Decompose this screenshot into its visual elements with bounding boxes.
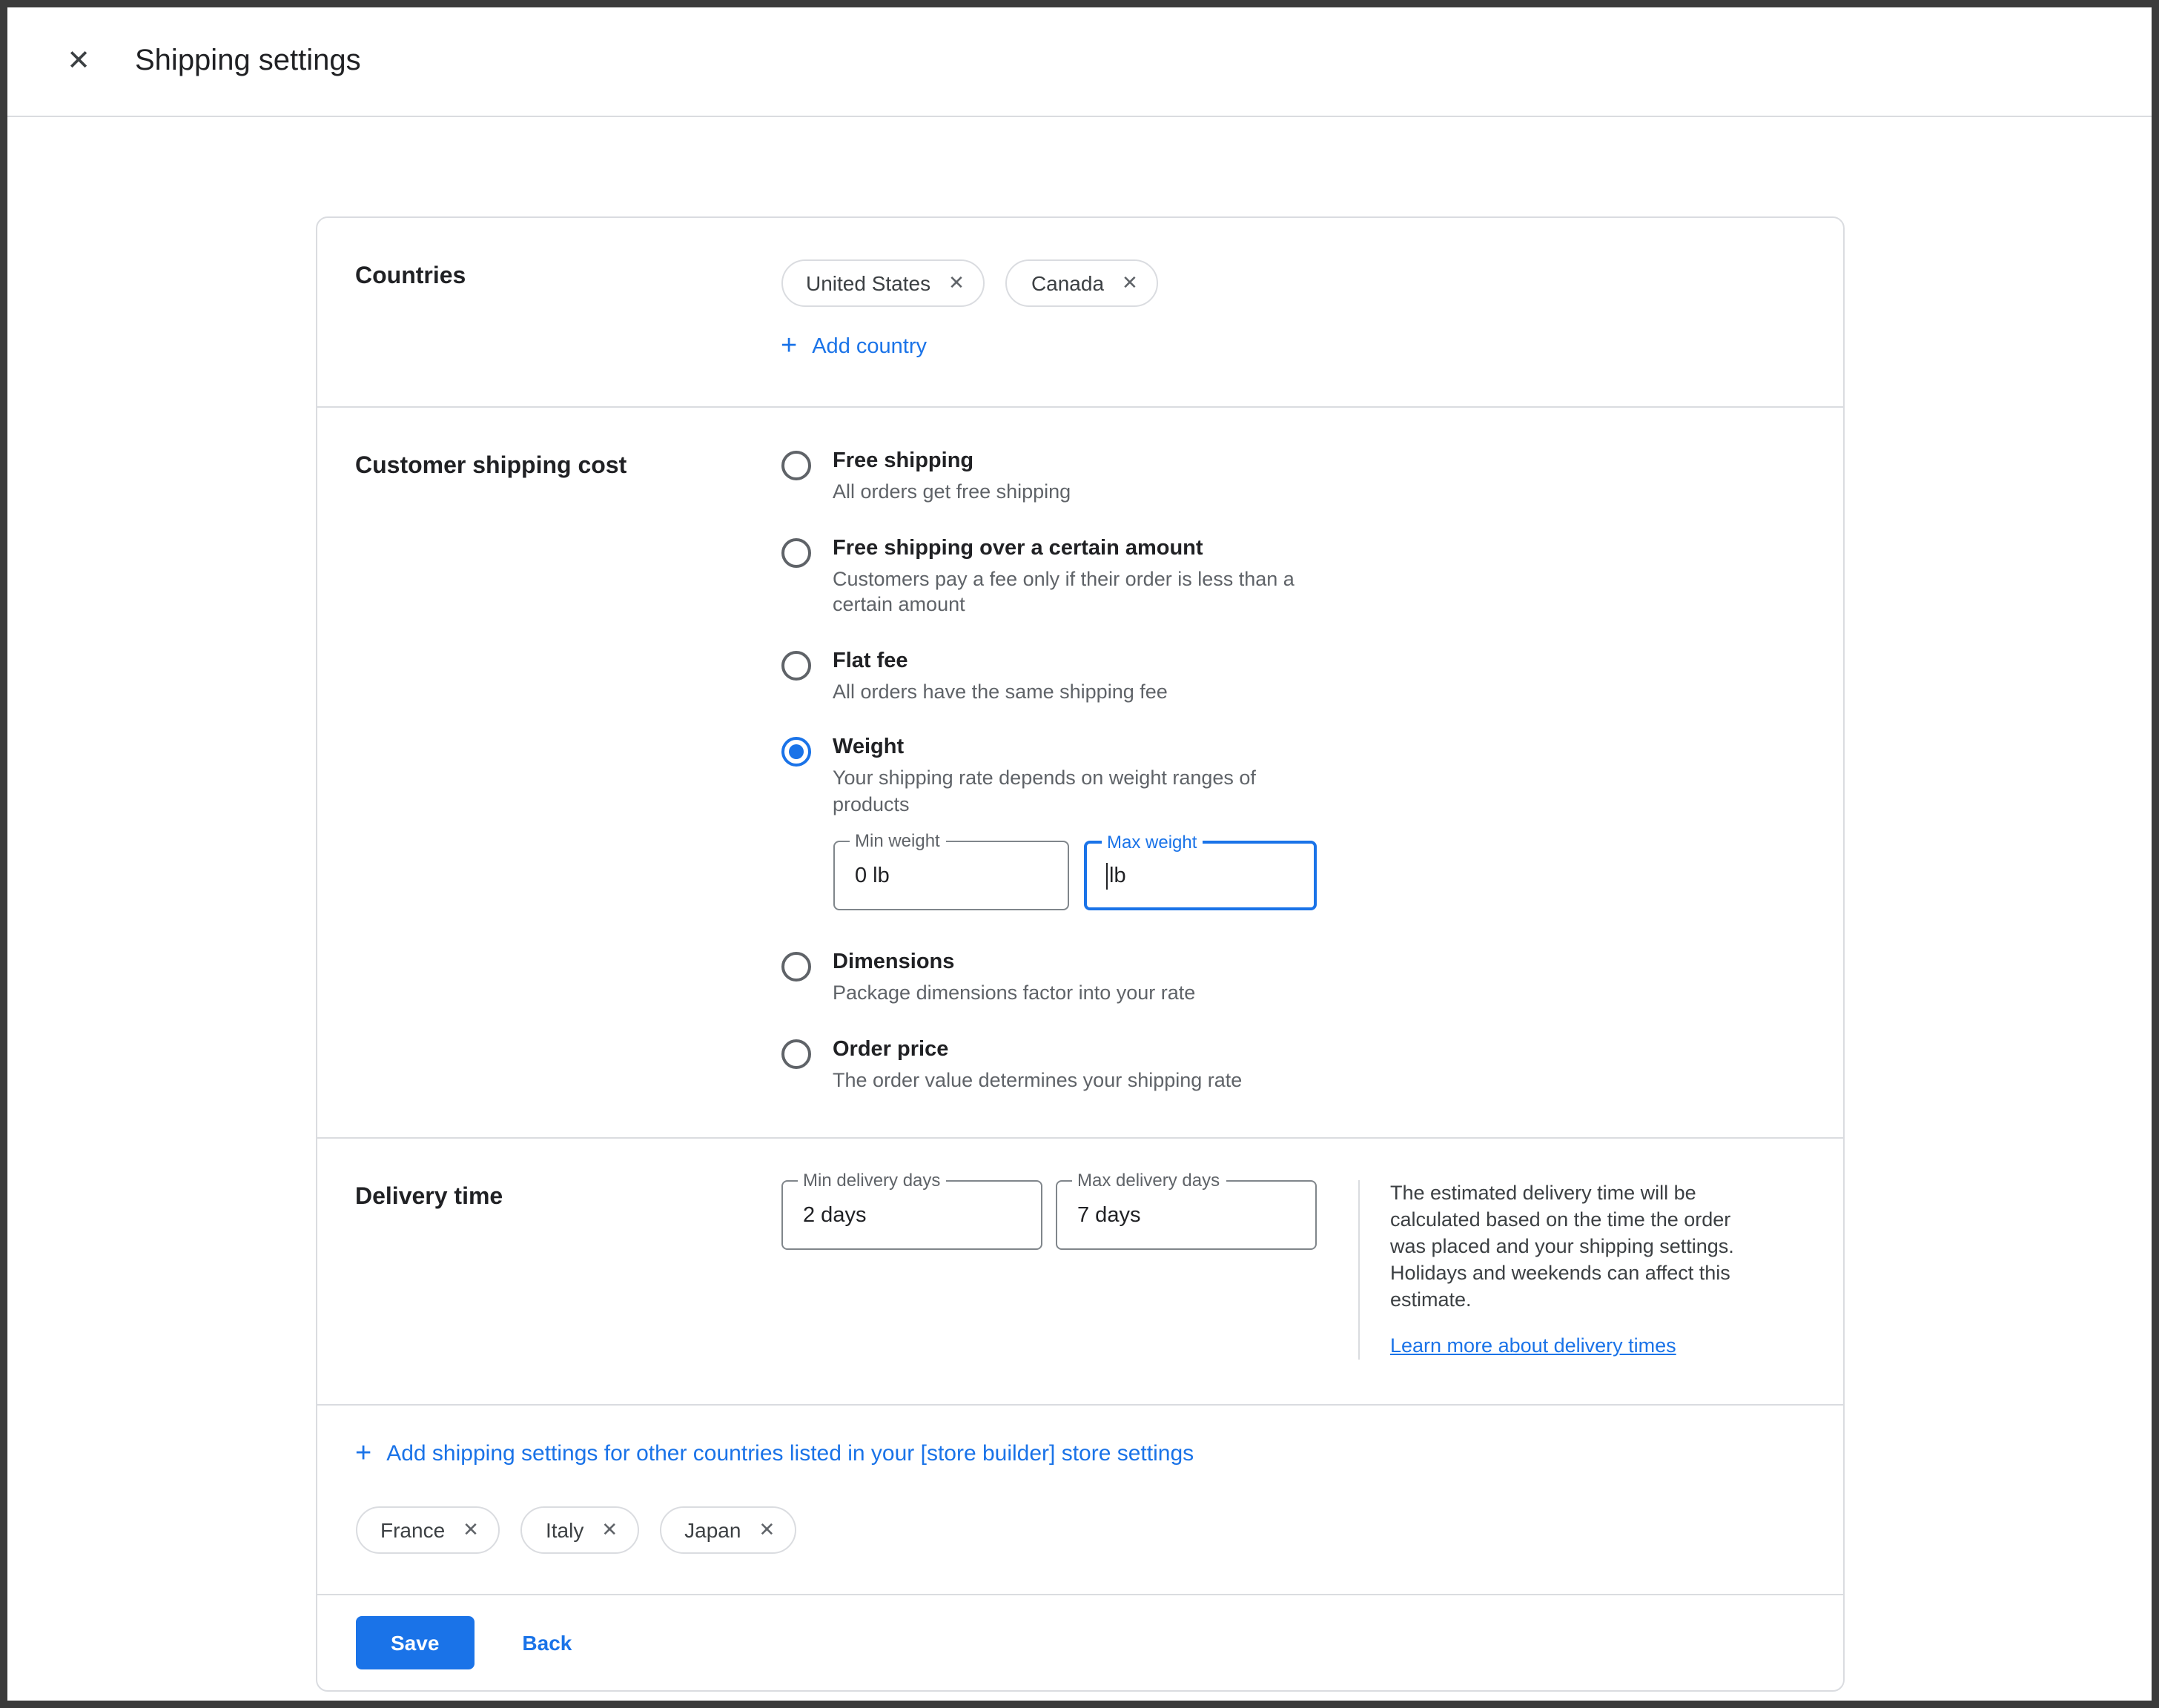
option-title: Flat fee (833, 649, 1168, 672)
max-delivery-days-value: 7 days (1077, 1204, 1140, 1228)
max-weight-field[interactable]: Max weight lb (1083, 841, 1316, 911)
chip-close-icon[interactable]: ✕ (601, 1518, 618, 1542)
add-country-button[interactable]: + Add country (781, 332, 927, 360)
chip-label: United States (806, 271, 930, 295)
option-desc: All orders get free shipping (833, 479, 1071, 505)
option-desc: Package dimensions factor into your rate (833, 981, 1195, 1007)
max-delivery-days-label: Max delivery days (1071, 1171, 1226, 1191)
delivery-note: The estimated delivery time will be calc… (1358, 1181, 1761, 1360)
app-window: ✕ Shipping settings Countries United Sta… (0, 0, 2159, 1708)
delivery-time-label: Delivery time (355, 1181, 781, 1360)
radio-icon[interactable] (781, 537, 810, 567)
country-chip-united-states[interactable]: United States ✕ (781, 259, 985, 307)
shipping-cost-options: Free shipping All orders get free shippi… (781, 449, 1804, 1093)
other-country-chip-list: France ✕ Italy ✕ Japan ✕ (355, 1506, 1804, 1554)
chip-label: Japan (684, 1518, 741, 1542)
min-delivery-days-value: 2 days (803, 1204, 866, 1228)
min-delivery-days-field[interactable]: Min delivery days 2 days (781, 1181, 1042, 1251)
option-title: Free shipping (833, 449, 1071, 473)
option-text: Free shipping over a certain amount Cust… (833, 536, 1322, 618)
option-desc: Customers pay a fee only if their order … (833, 566, 1322, 618)
radio-option-free-over-amount[interactable]: Free shipping over a certain amount Cust… (781, 536, 1804, 618)
delivery-fields: Min delivery days 2 days Max delivery da… (781, 1181, 1316, 1360)
add-country-label: Add country (812, 334, 927, 358)
country-chip-france[interactable]: France ✕ (355, 1506, 500, 1554)
weight-fields: Min weight 0 lb Max weight lb (833, 841, 1322, 911)
option-title: Weight (833, 735, 1322, 759)
radio-icon-selected[interactable] (781, 737, 810, 767)
option-title: Order price (833, 1038, 1242, 1062)
min-delivery-days-label: Min delivery days (797, 1171, 946, 1191)
radio-option-free-shipping[interactable]: Free shipping All orders get free shippi… (781, 449, 1804, 505)
plus-icon: + (355, 1440, 371, 1468)
countries-section: Countries United States ✕ Canada ✕ + Add… (317, 218, 1842, 406)
text-caret (1105, 863, 1108, 890)
countries-label: Countries (355, 259, 781, 362)
option-text: Free shipping All orders get free shippi… (833, 449, 1071, 505)
country-chip-list: United States ✕ Canada ✕ (781, 259, 1804, 307)
back-button[interactable]: Back (522, 1631, 572, 1655)
country-chip-italy[interactable]: Italy ✕ (520, 1506, 638, 1554)
min-weight-field-label: Min weight (849, 831, 946, 852)
chip-label: France (380, 1518, 445, 1542)
chip-label: Canada (1031, 271, 1104, 295)
delivery-note-text: The estimated delivery time will be calc… (1390, 1181, 1761, 1314)
option-title: Free shipping over a certain amount (833, 536, 1322, 560)
radio-icon[interactable] (781, 953, 810, 982)
save-button[interactable]: Save (355, 1616, 475, 1669)
radio-option-weight[interactable]: Weight Your shipping rate depends on wei… (781, 735, 1804, 919)
max-weight-field-value: lb (1105, 863, 1126, 890)
chip-close-icon[interactable]: ✕ (948, 271, 965, 295)
dialog-header: ✕ Shipping settings (7, 7, 2152, 117)
delivery-time-body: Min delivery days 2 days Max delivery da… (781, 1181, 1804, 1360)
shipping-cost-section: Customer shipping cost Free shipping All… (317, 406, 1842, 1138)
chip-close-icon[interactable]: ✕ (1122, 271, 1138, 295)
country-chip-japan[interactable]: Japan ✕ (659, 1506, 796, 1554)
add-other-countries-label: Add shipping settings for other countrie… (386, 1441, 1194, 1466)
option-desc: Your shipping rate depends on weight ran… (833, 765, 1322, 817)
country-chip-canada[interactable]: Canada ✕ (1006, 259, 1159, 307)
radio-icon[interactable] (781, 1039, 810, 1069)
min-weight-field[interactable]: Min weight 0 lb (833, 841, 1068, 911)
other-countries-section: + Add shipping settings for other countr… (317, 1404, 1842, 1594)
countries-body: United States ✕ Canada ✕ + Add country (781, 259, 1804, 362)
option-text: Flat fee All orders have the same shippi… (833, 649, 1168, 704)
add-other-countries-button[interactable]: + Add shipping settings for other countr… (355, 1440, 1194, 1468)
shipping-cost-label: Customer shipping cost (355, 449, 781, 1093)
option-desc: All orders have the same shipping fee (833, 678, 1168, 704)
min-weight-field-value: 0 lb (855, 864, 890, 888)
max-weight-text: lb (1109, 864, 1126, 888)
radio-icon[interactable] (781, 451, 810, 480)
chip-label: Italy (546, 1518, 583, 1542)
delivery-time-section: Delivery time Min delivery days 2 days M… (317, 1138, 1842, 1405)
chip-close-icon[interactable]: ✕ (463, 1518, 479, 1542)
chip-close-icon[interactable]: ✕ (758, 1518, 775, 1542)
radio-option-order-price[interactable]: Order price The order value determines y… (781, 1038, 1804, 1093)
radio-icon[interactable] (781, 650, 810, 680)
shipping-settings-card: Countries United States ✕ Canada ✕ + Add… (315, 216, 1844, 1692)
page-title: Shipping settings (135, 44, 361, 79)
plus-icon: + (781, 332, 797, 360)
footer: Save Back (317, 1594, 1842, 1690)
delivery-times-link[interactable]: Learn more about delivery times (1390, 1334, 1676, 1357)
max-delivery-days-field[interactable]: Max delivery days 7 days (1055, 1181, 1316, 1251)
option-text: Weight Your shipping rate depends on wei… (833, 735, 1322, 919)
option-text: Order price The order value determines y… (833, 1038, 1242, 1093)
option-desc: The order value determines your shipping… (833, 1068, 1242, 1093)
max-weight-field-label: Max weight (1101, 833, 1203, 853)
option-title: Dimensions (833, 951, 1195, 975)
radio-option-flat-fee[interactable]: Flat fee All orders have the same shippi… (781, 649, 1804, 704)
option-text: Dimensions Package dimensions factor int… (833, 951, 1195, 1007)
close-icon[interactable]: ✕ (61, 44, 96, 79)
radio-option-dimensions[interactable]: Dimensions Package dimensions factor int… (781, 951, 1804, 1007)
